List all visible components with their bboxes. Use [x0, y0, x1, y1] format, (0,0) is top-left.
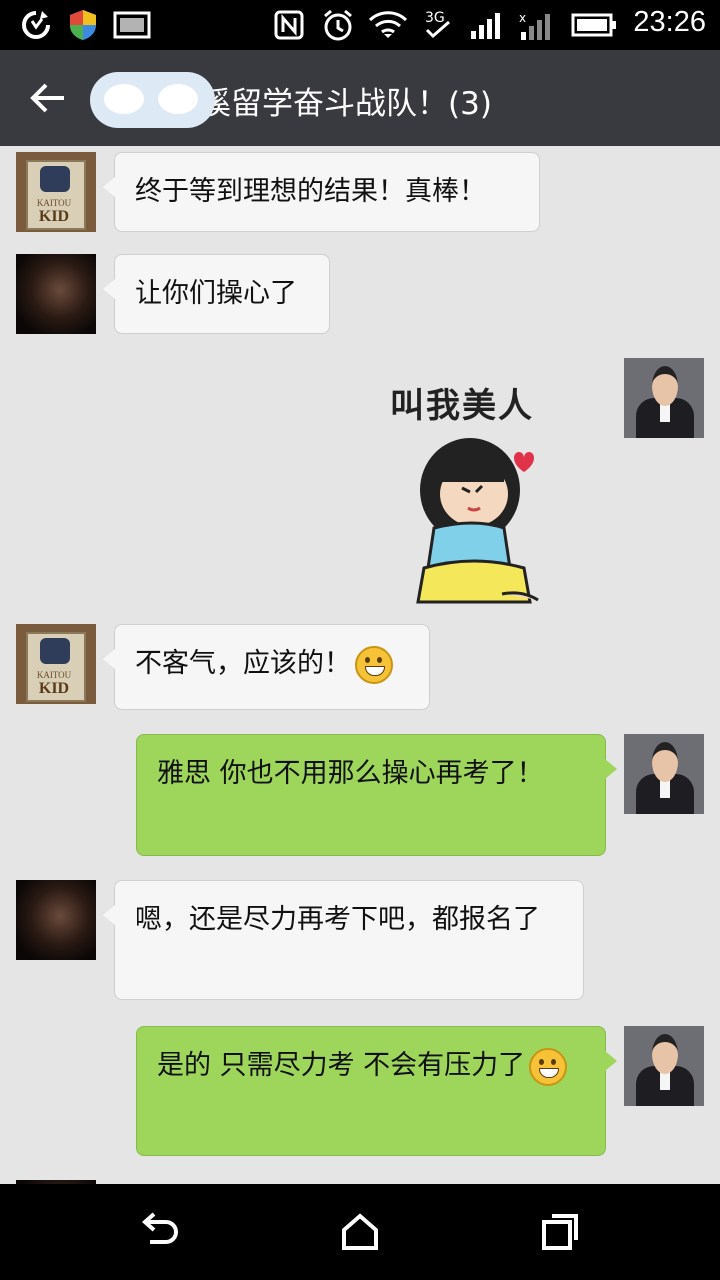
message-bubble-outgoing[interactable]: 是的 只需尽力考 不会有压力了 [136, 1026, 617, 1156]
gallery-icon [112, 9, 152, 41]
status-bar: 3G x 23:26 [0, 0, 720, 50]
back-nav-icon[interactable] [138, 1210, 182, 1254]
message-text: 不客气，应该的！ [135, 648, 351, 679]
message-bubble-incoming[interactable]: 不客气，应该的！ [103, 624, 430, 710]
signal-icon [468, 9, 508, 41]
message-bubble-incoming[interactable]: 嗯，还是尽力再考下吧，都报名了 [103, 880, 584, 1000]
battery-icon [570, 9, 618, 41]
avatar-face [40, 638, 70, 664]
message-text: 雅思 你也不用那么操心再考了！ [157, 758, 544, 789]
sync-icon [18, 9, 54, 41]
alarm-icon [320, 9, 356, 41]
message-bubble-incoming[interactable]: 让你们操心了 [103, 254, 330, 334]
avatar-head [652, 366, 678, 406]
sticker-message[interactable]: 叫我美人 [384, 378, 584, 604]
navigation-bar [0, 1184, 720, 1280]
chat-title[interactable]: 溪留学奋斗战队！(3) [200, 78, 492, 123]
message-bubble-incoming[interactable]: 终于等到理想的结果！真棒！ [103, 152, 540, 232]
avatar-dark[interactable] [16, 880, 96, 960]
3g-icon: 3G [420, 9, 456, 41]
avatar-label-top: KAITOU [36, 670, 72, 680]
chat-header: 溪留学奋斗战队！(3) [0, 50, 720, 146]
recents-icon[interactable] [538, 1210, 582, 1254]
message-list[interactable]: KAITOU KID 终于等到理想的结果！真棒！ 让你们操心了 叫我美人 KAI… [0, 146, 720, 1184]
avatar-head [652, 1034, 678, 1074]
back-arrow-icon[interactable] [26, 76, 70, 120]
sticker-caption: 叫我美人 [390, 386, 534, 426]
shield-icon [66, 9, 100, 41]
grin-emoji-icon [355, 645, 393, 684]
wifi-icon [366, 9, 410, 41]
grimace-emoji-icon [529, 1047, 568, 1086]
avatar-advisor[interactable] [624, 1026, 704, 1106]
message-text: 是的 只需尽力考 不会有压力了 [157, 1050, 526, 1081]
avatar-face [40, 166, 70, 192]
clock-text: 23:26 [633, 6, 706, 38]
avatar-kaitou-kid[interactable]: KAITOU KID [16, 152, 96, 232]
nfc-icon [272, 9, 306, 41]
avatar-advisor[interactable] [624, 358, 704, 438]
redaction-cloud [90, 72, 215, 128]
avatar-head [652, 742, 678, 782]
home-icon[interactable] [338, 1210, 382, 1254]
avatar-advisor[interactable] [624, 734, 704, 814]
avatar-label-top: KAITOU [36, 198, 72, 208]
avatar-label-bottom: KID [38, 208, 70, 225]
avatar-label-bottom: KID [38, 680, 70, 697]
message-text: 让你们操心了 [135, 278, 297, 309]
svg-text:3G: 3G [425, 10, 445, 26]
message-text: 嗯，还是尽力再考下吧，都报名了 [135, 904, 540, 935]
message-bubble-outgoing[interactable]: 雅思 你也不用那么操心再考了！ [136, 734, 617, 856]
svg-text:x: x [519, 11, 526, 25]
avatar-kaitou-kid[interactable]: KAITOU KID [16, 624, 96, 704]
message-text: 终于等到理想的结果！真棒！ [135, 176, 486, 207]
avatar-dark[interactable] [16, 254, 96, 334]
girl-sticker-icon [416, 438, 539, 604]
signal-roaming-icon: x [516, 9, 560, 41]
